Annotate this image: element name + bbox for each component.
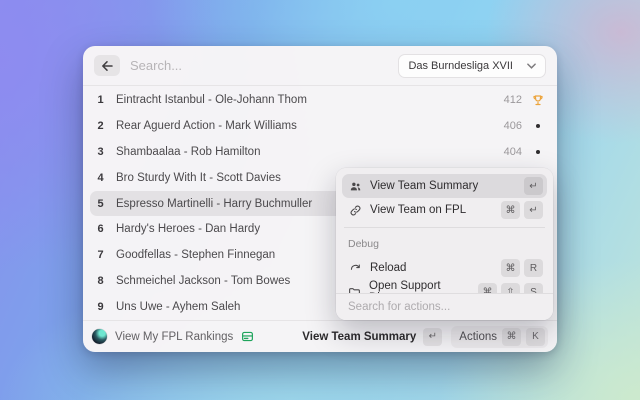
team-title: Espresso Martinelli - Harry Buchmuller <box>116 198 312 210</box>
menu-item-view-team-summary[interactable]: View Team Summary ↵ <box>342 174 547 198</box>
reload-icon <box>348 262 362 275</box>
cmd-key-badge: ⌘ <box>502 328 521 346</box>
rank: 5 <box>94 198 107 210</box>
desktop-background: Search... Das Burndesliga XVII 1 Eintrac… <box>0 0 640 400</box>
return-key-badge: ↵ <box>524 201 543 219</box>
menu-divider <box>344 227 545 228</box>
status-bar: View My FPL Rankings View Team Summary ↵… <box>83 320 557 352</box>
return-key-badge: ↵ <box>423 328 442 346</box>
rank: 9 <box>94 301 107 313</box>
team-title: Uns Uwe - Ayhem Saleh <box>116 301 240 313</box>
team-title: Shambaalaa - Rob Hamilton <box>116 146 260 158</box>
rank: 2 <box>94 120 107 132</box>
points: 412 <box>504 94 522 106</box>
list-item[interactable]: 2 Rear Aguerd Action - Mark Williams 406 <box>90 113 550 139</box>
menu-item-reload[interactable]: Reload ⌘ R <box>342 256 547 280</box>
team-icon <box>348 180 362 193</box>
return-key-badge: ↵ <box>524 177 543 195</box>
back-arrow-icon <box>101 61 113 71</box>
rank: 8 <box>94 275 107 287</box>
points: 406 <box>504 120 522 132</box>
actions-search-input[interactable]: Search for actions... <box>336 293 553 320</box>
actions-menu-body: View Team Summary ↵ View Team on FPL ⌘ ↵… <box>336 168 553 304</box>
actions-button[interactable]: Actions ⌘ K <box>451 326 548 348</box>
cmd-key-badge: ⌘ <box>501 201 520 219</box>
trophy-icon <box>531 94 544 106</box>
chevron-down-icon <box>527 63 536 69</box>
menu-item-keys: ⌘ ↵ <box>501 201 543 219</box>
extension-label: View My FPL Rankings <box>115 331 233 343</box>
footer-actions: View Team Summary ↵ Actions ⌘ K <box>302 326 548 348</box>
rank: 1 <box>94 94 107 106</box>
team-title: Schmeichel Jackson - Tom Bowes <box>116 275 290 287</box>
search-header: Search... Das Burndesliga XVII <box>83 46 557 86</box>
team-title: Rear Aguerd Action - Mark Williams <box>116 120 297 132</box>
menu-item-keys: ↵ <box>524 177 543 195</box>
menu-item-label: View Team on FPL <box>370 204 466 216</box>
k-key-badge: K <box>526 328 545 346</box>
list-item[interactable]: 3 Shambaalaa - Rob Hamilton 404 <box>90 139 550 165</box>
team-title: Goodfellas - Stephen Finnegan <box>116 249 275 261</box>
menu-item-label: Reload <box>370 262 406 274</box>
menu-item-keys: ⌘ R <box>501 259 543 277</box>
list-item[interactable]: 1 Eintracht Istanbul - Ole-Johann Thom 4… <box>90 87 550 113</box>
r-key-badge: R <box>524 259 543 277</box>
menu-item-view-team-on-fpl[interactable]: View Team on FPL ⌘ ↵ <box>342 198 547 222</box>
cmd-key-badge: ⌘ <box>501 259 520 277</box>
team-title: Eintracht Istanbul - Ole-Johann Thom <box>116 94 307 106</box>
rank: 7 <box>94 249 107 261</box>
team-title: Bro Sturdy With It - Scott Davies <box>116 172 281 184</box>
link-icon <box>348 204 362 217</box>
league-dropdown[interactable]: Das Burndesliga XVII <box>398 54 546 78</box>
fpl-card-icon <box>241 330 254 343</box>
menu-item-label: View Team Summary <box>370 180 478 192</box>
dot-icon <box>531 124 544 128</box>
points: 404 <box>504 146 522 158</box>
extension-icon <box>92 329 107 344</box>
rank: 3 <box>94 146 107 158</box>
actions-menu: View Team Summary ↵ View Team on FPL ⌘ ↵… <box>336 168 553 320</box>
menu-section-debug: Debug <box>342 233 547 256</box>
search-input[interactable]: Search... <box>130 58 388 73</box>
extension-info: View My FPL Rankings <box>92 329 254 344</box>
back-button[interactable] <box>94 55 120 76</box>
primary-action-label: View Team Summary <box>302 331 416 343</box>
rank: 4 <box>94 172 107 184</box>
rank: 6 <box>94 223 107 235</box>
dot-icon <box>531 150 544 154</box>
primary-action-button[interactable]: View Team Summary ↵ <box>302 328 442 346</box>
league-dropdown-value: Das Burndesliga XVII <box>408 60 513 72</box>
team-title: Hardy's Heroes - Dan Hardy <box>116 223 260 235</box>
actions-label: Actions <box>459 331 497 343</box>
